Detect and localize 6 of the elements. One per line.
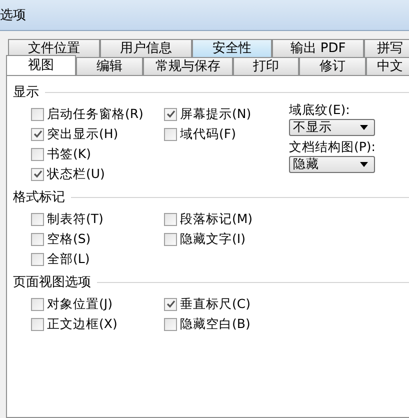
window-title: 选项 bbox=[0, 7, 26, 24]
dropdown-label: 文档结构图(P): bbox=[289, 138, 376, 156]
dropdown-label: 域底纹(E): bbox=[289, 101, 351, 119]
group-title: 显示 bbox=[13, 84, 39, 101]
group-title: 页面视图选项 bbox=[13, 274, 91, 291]
group-title: 格式标记 bbox=[13, 189, 65, 206]
